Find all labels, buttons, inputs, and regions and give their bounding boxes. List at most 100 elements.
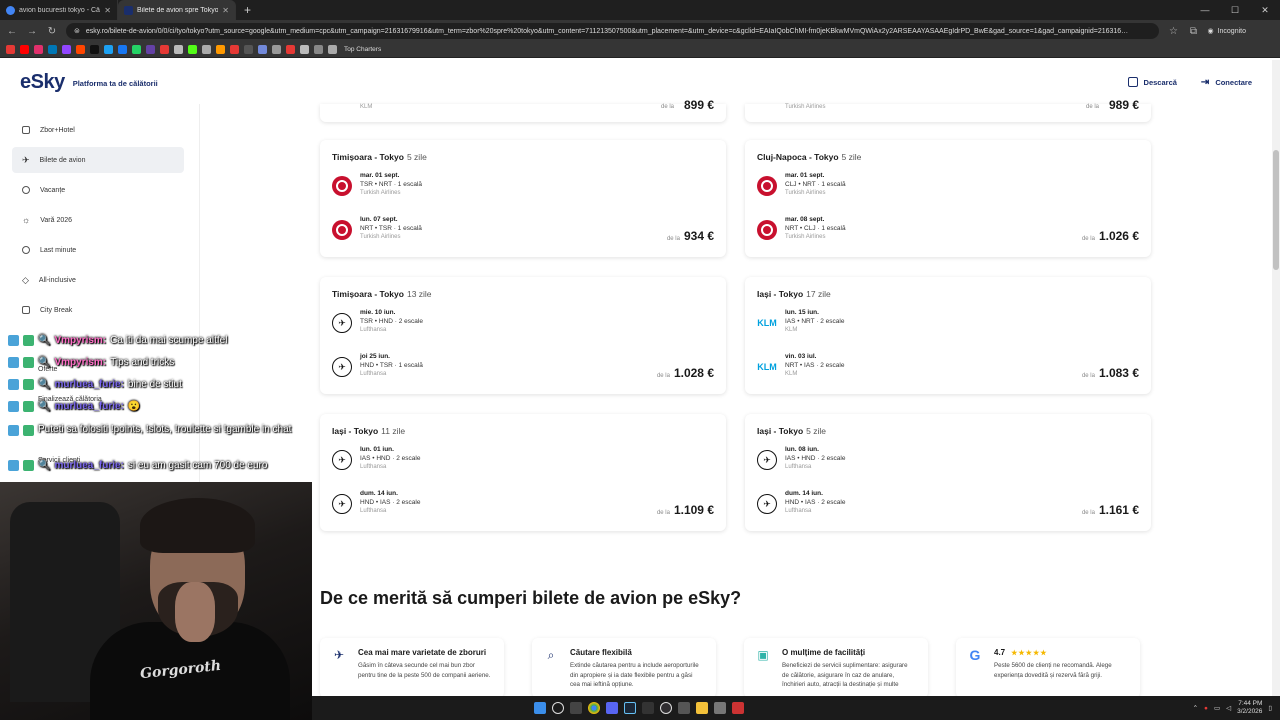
back-button[interactable]: ← (6, 26, 18, 37)
sidebar-item-last-minute[interactable]: Last minute (12, 237, 184, 263)
forward-button[interactable]: → (26, 26, 38, 37)
flight-price: de la 1.109 € (657, 503, 714, 517)
leg-airline: Lufthansa (360, 371, 387, 377)
flight-card[interactable]: Iași - Tokyo11 zile lun. 01 iun. IAS • H… (320, 414, 726, 531)
url-bar[interactable]: ⊜ esky.ro/bilete-de-avion/0/0/ci/tyo/tok… (66, 23, 1160, 39)
clock[interactable]: 7:44 PM 3/2/2026 (1237, 700, 1262, 717)
rating-value: 4.7 (994, 648, 1006, 657)
return-leg: mar. 08 sept. NRT • CLJ · 1 escală Turki… (757, 216, 846, 248)
sidebar-item-vara[interactable]: ☼ Vară 2026 (12, 207, 184, 233)
flight-card-partial[interactable]: KLM de la 899 € (320, 98, 726, 122)
folder-icon[interactable] (696, 702, 708, 714)
sidebar-item-vacante[interactable]: Vacanțe (12, 177, 184, 203)
taskview-icon[interactable] (570, 702, 582, 714)
incognito-indicator[interactable]: ◉ Incognito (1207, 27, 1246, 36)
scroll-thumb[interactable] (1273, 150, 1279, 270)
extensions-icon[interactable]: ⧉ (1187, 26, 1199, 37)
app-icon[interactable] (714, 702, 726, 714)
bookmark-icon[interactable] (244, 45, 253, 54)
bookmark-top-charters[interactable]: Top Charters (344, 46, 381, 53)
page-scrollbar[interactable] (1272, 60, 1280, 696)
bookmark-icon[interactable] (20, 45, 29, 54)
bookmark-icon[interactable] (132, 45, 141, 54)
new-tab-button[interactable]: + (236, 3, 259, 17)
bookmark-icon[interactable] (258, 45, 267, 54)
outbound-leg: mar. 01 sept. TSR • NRT · 1 escală Turki… (332, 172, 422, 204)
app-icon[interactable] (732, 702, 744, 714)
sidebar-item-bilete-avion[interactable]: ✈ Bilete de avion (12, 147, 184, 173)
klm-logo-icon: KLM (757, 318, 777, 328)
bookmark-icon[interactable] (314, 45, 323, 54)
flight-card[interactable]: Timișoara - Tokyo 5 zile mar. 01 sept. TS… (320, 140, 726, 257)
esky-logo[interactable]: eSky (20, 71, 65, 94)
steam-icon[interactable] (624, 702, 636, 714)
sidebar-item-zbor-hotel[interactable]: Zbor+Hotel (12, 117, 184, 143)
volume-icon[interactable]: ◁ (1226, 704, 1231, 712)
epic-icon[interactable] (642, 702, 654, 714)
download-button[interactable]: Descarcă (1127, 77, 1177, 87)
start-icon[interactable] (534, 702, 546, 714)
minimize-button[interactable]: — (1190, 0, 1220, 20)
close-window-button[interactable]: ✕ (1250, 0, 1280, 20)
browser-tab-google[interactable]: avion bucuresti tokyo - Căutare ✕ (0, 0, 118, 20)
network-icon[interactable]: ▭ (1214, 704, 1220, 712)
bookmark-icon[interactable] (286, 45, 295, 54)
discord-icon[interactable] (606, 702, 618, 714)
bookmark-icon[interactable] (216, 45, 225, 54)
bookmark-icon[interactable] (118, 45, 127, 54)
chat-username: murluea_furie: (54, 401, 124, 412)
sidebar-item-all-inclusive[interactable]: ◇ All-inclusive (12, 267, 184, 293)
star-bookmark-icon[interactable]: ☆ (1167, 26, 1179, 37)
bookmark-icon[interactable] (230, 45, 239, 54)
bookmark-icon[interactable] (160, 45, 169, 54)
mic-icon[interactable]: ● (1204, 705, 1208, 712)
price-from-label: de la (656, 510, 670, 516)
badge-icon (8, 379, 19, 390)
turkish-airlines-logo-icon (332, 220, 352, 240)
close-tab-icon[interactable]: ✕ (104, 6, 111, 15)
feature-title: Cea mai mare varietate de zboruri (358, 648, 487, 657)
bookmark-icon[interactable] (188, 45, 197, 54)
flight-card[interactable]: Timișoara - Tokyo13 zile mie. 10 iun. TS… (320, 277, 726, 394)
app-icon[interactable] (678, 702, 690, 714)
feature-card-facilities: ▣ O mulțime de facilități Beneficiezi de… (744, 638, 928, 698)
turkish-airlines-logo-icon (757, 176, 777, 196)
leg-route: IAS • HND · 2 escale (360, 455, 421, 462)
grid-icon: ▣ (757, 648, 769, 662)
bookmark-icon[interactable] (202, 45, 211, 54)
close-tab-icon[interactable]: ✕ (222, 6, 229, 15)
flight-card[interactable]: Cluj-Napoca - Tokyo 5 zile mar. 01 sept. … (745, 140, 1151, 257)
bookmark-icon[interactable] (34, 45, 43, 54)
price-value: 1.083 € (1098, 366, 1139, 380)
flight-card[interactable]: Iași - Tokyo5 zile lun. 08 iun. IAS • HN… (745, 414, 1151, 531)
obs-icon[interactable] (660, 702, 672, 714)
maximize-button[interactable]: ☐ (1220, 0, 1250, 20)
bookmark-icon[interactable] (174, 45, 183, 54)
chevron-up-icon[interactable]: ⌃ (1193, 704, 1198, 712)
reload-button[interactable]: ↻ (46, 26, 58, 37)
bookmark-icon[interactable] (90, 45, 99, 54)
notification-icon[interactable]: ▯ (1268, 704, 1272, 712)
bookmark-icon[interactable] (6, 45, 15, 54)
flight-route-title: Timișoara - Tokyo 5 zile (332, 152, 427, 162)
bookmark-icon[interactable] (48, 45, 57, 54)
search-icon[interactable] (552, 702, 564, 714)
flight-card[interactable]: Iași - Tokyo 17 zile KLM lun. 15 iun. IAS… (745, 277, 1151, 394)
flight-card-partial[interactable]: Turkish Airlines de la 989 € (745, 98, 1151, 122)
bookmark-icon[interactable] (328, 45, 337, 54)
chrome-icon[interactable] (588, 702, 600, 714)
bookmark-icon[interactable] (76, 45, 85, 54)
price-value: 934 € (683, 229, 714, 243)
bookmark-icon[interactable] (104, 45, 113, 54)
leg-airline: KLM (785, 327, 798, 333)
bookmark-icon[interactable] (62, 45, 71, 54)
bookmark-icon[interactable] (300, 45, 309, 54)
site-info-icon[interactable]: ⊜ (74, 27, 80, 35)
magnifier-icon: 🔍 (38, 401, 51, 412)
browser-tab-esky[interactable]: Bilete de avion spre Tokyo - Zb ✕ (118, 0, 236, 20)
login-button[interactable]: ⇥ Conectare (1201, 77, 1252, 88)
bookmark-icon[interactable] (146, 45, 155, 54)
bookmark-icon[interactable] (272, 45, 281, 54)
plane-icon: ✈ (333, 648, 345, 662)
magnifier-icon: 🔍 (38, 379, 51, 390)
